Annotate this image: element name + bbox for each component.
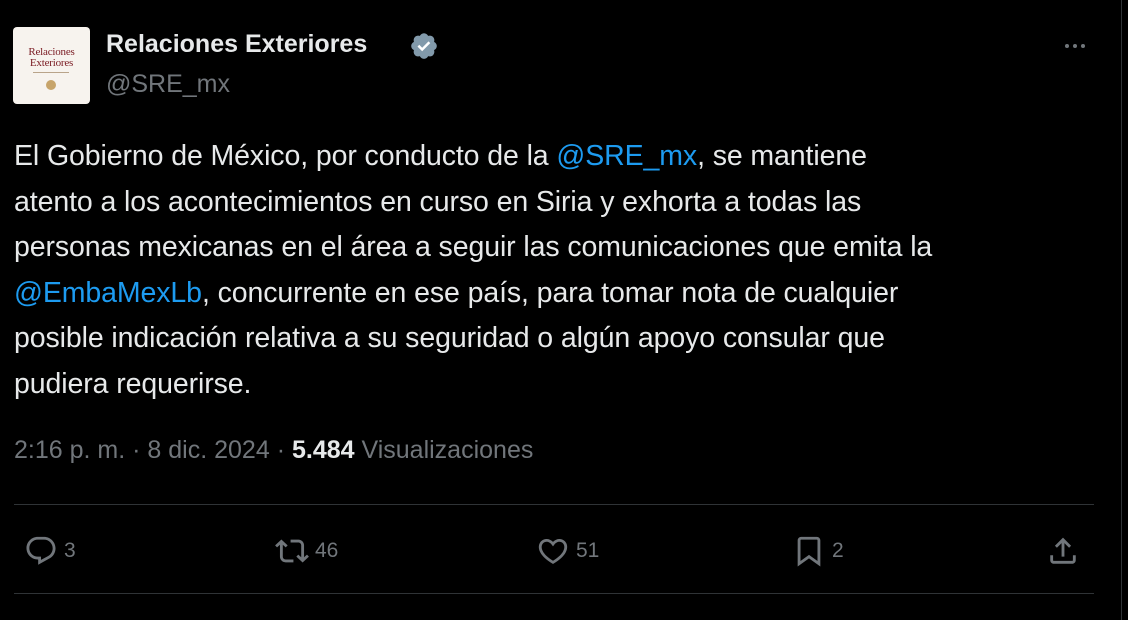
tweet-text-line: pudiera requerirse. [14, 362, 1104, 408]
share-icon [1050, 537, 1076, 564]
avatar-logo-text-2: Exteriores [29, 57, 74, 69]
tweet-text: El Gobierno de México, por conducto de l… [14, 134, 1104, 407]
reply-icon [26, 536, 56, 565]
tweet-text-line: atento a los acontecimientos en curso en… [14, 180, 1104, 226]
tweet-card: Relaciones Exteriores Relaciones Exterio… [0, 0, 1122, 620]
share-button[interactable] [1046, 528, 1080, 574]
heart-icon [538, 538, 568, 564]
tweet-text-line: El Gobierno de México, por conducto de l… [14, 134, 1104, 180]
tweet-text-segment: , se mantiene [697, 140, 867, 172]
tweet-text-segment: El Gobierno de México, por conducto de l… [14, 140, 557, 172]
divider [14, 504, 1094, 505]
avatar[interactable]: Relaciones Exteriores [13, 27, 90, 104]
action-bar: 3 46 51 2 [0, 528, 1122, 574]
meta-separator: · [132, 436, 141, 464]
tweet-text-segment: personas mexicanas en el área a seguir l… [14, 231, 933, 263]
mention-link[interactable]: @EmbaMexLb [14, 277, 202, 309]
dot [1081, 44, 1085, 48]
views-count[interactable]: 5.484 [292, 436, 355, 464]
tweet-text-segment: pudiera requerirse. [14, 367, 252, 400]
bookmark-button[interactable]: 2 [792, 528, 844, 574]
avatar-logo-rule [33, 72, 69, 73]
reply-count: 3 [64, 539, 76, 562]
tweet-meta: 2:16 p. m. · 8 dic. 2024 · 5.484 Visuali… [14, 436, 533, 465]
retweet-button[interactable]: 46 [275, 528, 338, 574]
display-name[interactable]: Relaciones Exteriores [106, 30, 367, 59]
bookmark-icon [797, 536, 821, 567]
reply-button[interactable]: 3 [24, 528, 76, 574]
views-label[interactable]: Visualizaciones [361, 436, 533, 464]
verified-badge-icon[interactable] [409, 31, 439, 61]
retweet-icon [275, 539, 309, 563]
tweet-text-line: posible indicación relativa a su segurid… [14, 316, 1104, 362]
tweet-text-line: @EmbaMexLb, concurrente en ese país, par… [14, 271, 1104, 317]
timestamp-time[interactable]: 2:16 p. m. [14, 436, 125, 464]
dot [1065, 44, 1069, 48]
retweet-count: 46 [315, 539, 339, 562]
mention-link[interactable]: @SRE_mx [556, 140, 697, 172]
tweet-text-segment: , concurrente en ese país, para tomar no… [201, 276, 899, 309]
meta-separator: · [276, 436, 286, 464]
bookmark-count: 2 [832, 539, 844, 562]
handle[interactable]: @SRE_mx [106, 70, 230, 99]
tweet-text-line: personas mexicanas en el área a seguir l… [14, 225, 1104, 271]
like-count: 51 [576, 539, 600, 562]
more-options-icon[interactable] [1055, 34, 1095, 58]
like-button[interactable]: 51 [536, 528, 599, 574]
seal-icon [46, 80, 56, 90]
tweet-text-segment: atento a los acontecimientos en curso en… [14, 185, 862, 218]
divider [14, 593, 1094, 594]
dot [1073, 44, 1077, 48]
tweet-text-segment: posible indicación relativa a su segurid… [14, 322, 885, 354]
timestamp-date[interactable]: 8 dic. 2024 [147, 436, 269, 464]
